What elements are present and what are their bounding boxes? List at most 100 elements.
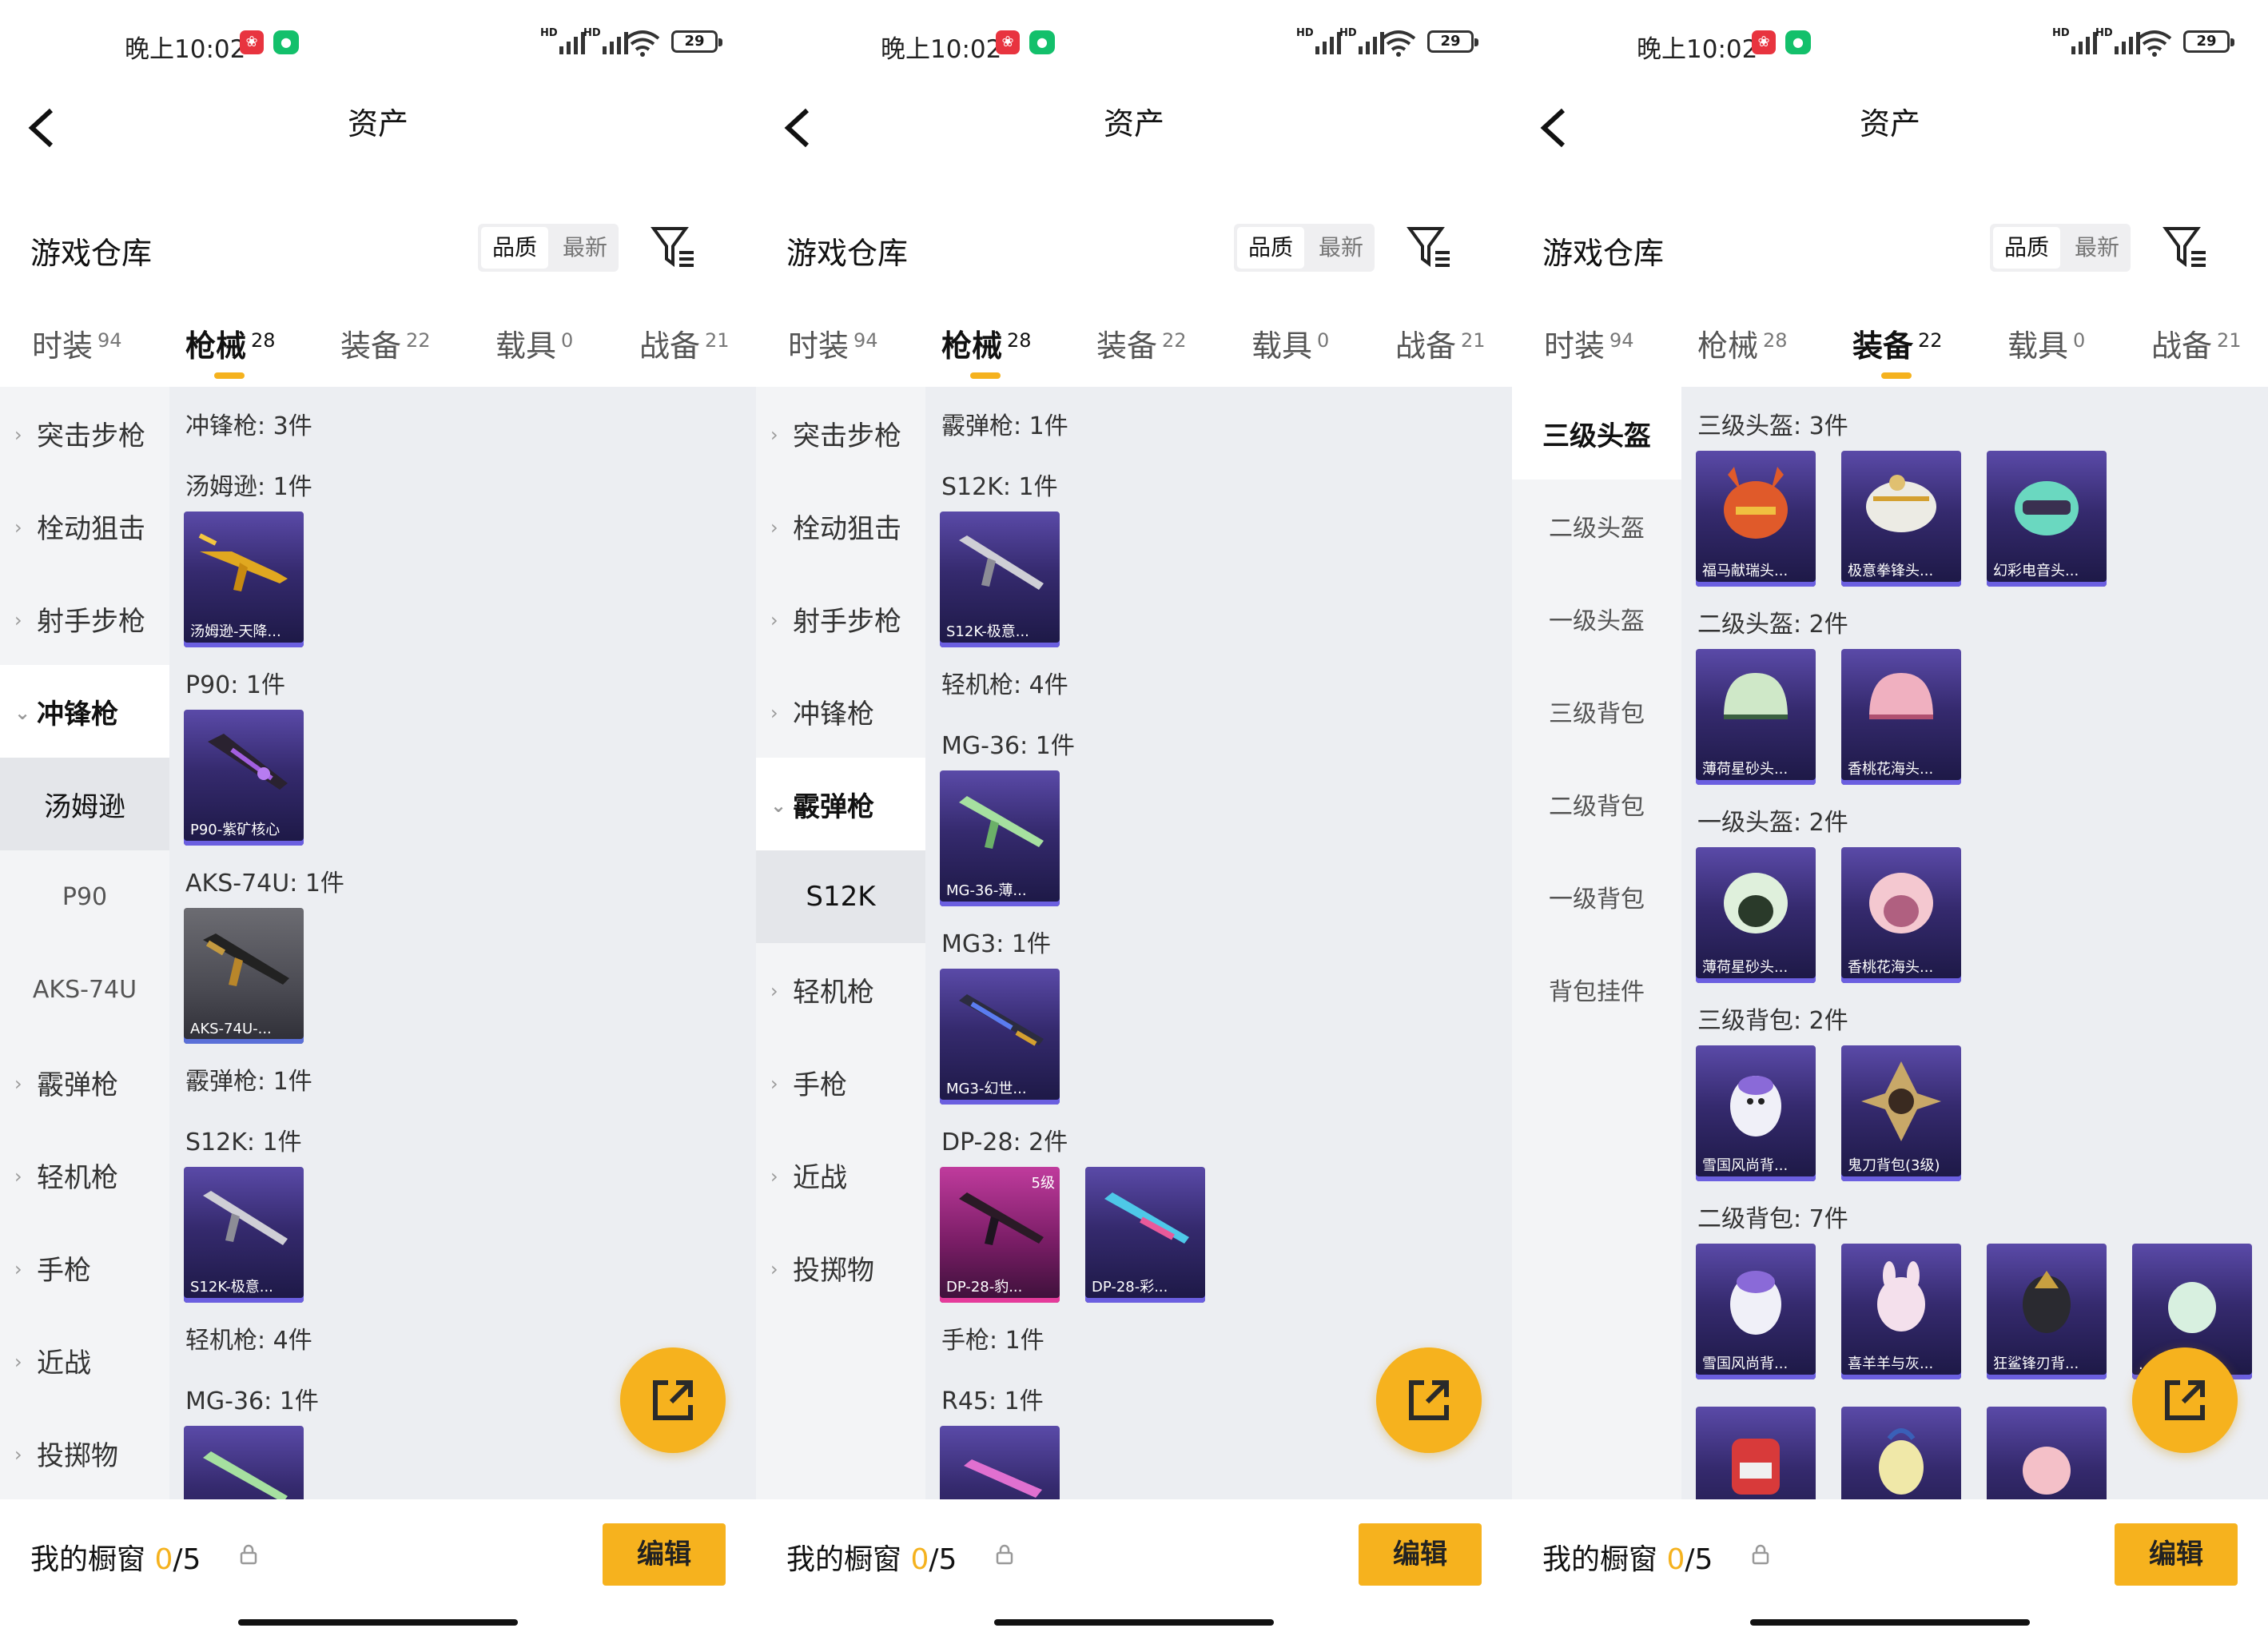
hd-label: HD bbox=[2052, 27, 2070, 39]
sidebar-item-active[interactable]: ⌄ 冲锋枪 bbox=[0, 665, 169, 758]
item-card[interactable]: AKS-74U-... bbox=[184, 908, 304, 1044]
item-card[interactable] bbox=[1696, 1407, 1816, 1499]
sidebar-subitem-active[interactable]: S12K bbox=[756, 850, 925, 943]
item-card[interactable]: MG-36-薄... bbox=[940, 770, 1060, 906]
tab-supplies[interactable]: 战备 21 bbox=[2151, 321, 2242, 365]
item-card[interactable]: 香桃花海头... bbox=[1841, 847, 1961, 983]
filter-icon[interactable] bbox=[1405, 222, 1454, 272]
item-card[interactable]: 鬼刀背包(3级) bbox=[1841, 1045, 1961, 1181]
status-time: 晚上10:02 bbox=[1637, 35, 1758, 64]
tab-vehicle[interactable]: 载具 0 bbox=[1251, 321, 1329, 365]
item-card[interactable]: 雪国风尚背... bbox=[1696, 1045, 1816, 1181]
share-external-icon[interactable] bbox=[2132, 1347, 2238, 1453]
sort-quality-button[interactable]: 品质 bbox=[481, 227, 548, 269]
sort-latest-button[interactable]: 最新 bbox=[1307, 224, 1375, 272]
tab-guns[interactable]: 枪械 28 bbox=[941, 321, 1032, 379]
sidebar-item[interactable]: › 射手步枪 bbox=[756, 572, 925, 665]
item-card[interactable]: 雪国风尚背... bbox=[1696, 1244, 1816, 1379]
sidebar-subitem[interactable]: AKS-74U bbox=[0, 943, 169, 1036]
filter-icon[interactable] bbox=[649, 222, 698, 272]
item-card-label: S12K-极意... bbox=[946, 623, 1029, 640]
edit-button[interactable]: 编辑 bbox=[603, 1523, 726, 1586]
sidebar-item[interactable]: 一级背包 bbox=[1512, 850, 1681, 943]
sort-quality-button[interactable]: 品质 bbox=[1993, 227, 2060, 269]
item-card[interactable]: S12K-极意... bbox=[940, 512, 1060, 647]
tab-fashion[interactable]: 时装 94 bbox=[32, 321, 122, 365]
sidebar-item[interactable]: › 近战 bbox=[756, 1128, 925, 1221]
helmet-art-icon bbox=[1724, 873, 1788, 933]
lock-icon bbox=[1752, 1544, 1769, 1565]
signal-icon: HD bbox=[1296, 27, 1341, 54]
item-card[interactable]: 香桃花海头... bbox=[1841, 649, 1961, 785]
tab-guns[interactable]: 枪械 28 bbox=[185, 321, 276, 379]
sidebar-item[interactable]: › 突击步枪 bbox=[0, 387, 169, 480]
sidebar-item[interactable]: › 射手步枪 bbox=[0, 572, 169, 665]
sidebar-item[interactable]: › 冲锋枪 bbox=[756, 665, 925, 758]
sidebar-item[interactable]: 二级头盔 bbox=[1512, 480, 1681, 572]
sidebar-item[interactable]: › 手枪 bbox=[756, 1036, 925, 1128]
item-card[interactable]: 福马献瑞头... bbox=[1696, 451, 1816, 587]
item-card[interactable]: S12K-极意... bbox=[184, 1167, 304, 1303]
backpack-art-icon bbox=[1877, 1261, 1925, 1332]
item-card[interactable] bbox=[184, 1426, 304, 1499]
sort-latest-button[interactable]: 最新 bbox=[2063, 224, 2131, 272]
filter-icon[interactable] bbox=[2161, 222, 2210, 272]
share-external-icon[interactable] bbox=[1376, 1347, 1482, 1453]
sidebar-item[interactable]: › 轻机枪 bbox=[0, 1128, 169, 1221]
tab-gear[interactable]: 装备 22 bbox=[1852, 321, 1943, 379]
sidebar-item[interactable]: › 栓动狙击 bbox=[0, 480, 169, 572]
section-heading: MG3: 1件 bbox=[941, 930, 1051, 958]
sidebar-item-active[interactable]: 三级头盔 bbox=[1512, 387, 1681, 480]
notification-app-icon: ❀ bbox=[240, 30, 264, 54]
tab-supplies[interactable]: 战备 21 bbox=[639, 321, 730, 365]
lmg-art-icon bbox=[203, 1451, 288, 1499]
item-card[interactable] bbox=[1841, 1407, 1961, 1499]
item-card[interactable] bbox=[940, 1426, 1060, 1499]
sidebar-item[interactable]: 一级头盔 bbox=[1512, 572, 1681, 665]
sidebar-item[interactable]: › 突击步枪 bbox=[756, 387, 925, 480]
item-card[interactable]: P90-紫矿核心 bbox=[184, 710, 304, 846]
sidebar-item[interactable]: › 近战 bbox=[0, 1314, 169, 1407]
sidebar-subitem-active[interactable]: 汤姆逊 bbox=[0, 758, 169, 850]
sidebar-item[interactable]: 三级背包 bbox=[1512, 665, 1681, 758]
item-card[interactable]: 薄荷星砂头... bbox=[1696, 649, 1816, 785]
helmet-art-icon bbox=[1866, 475, 1936, 532]
tab-fashion[interactable]: 时装 94 bbox=[788, 321, 878, 365]
edit-button[interactable]: 编辑 bbox=[1359, 1523, 1482, 1586]
sidebar-item[interactable]: 二级背包 bbox=[1512, 758, 1681, 850]
sidebar-item[interactable]: › 霰弹枪 bbox=[0, 1036, 169, 1128]
edit-button[interactable]: 编辑 bbox=[2115, 1523, 2238, 1586]
tab-underline bbox=[970, 372, 1001, 379]
item-card[interactable]: 5级 DP-28-豹... bbox=[940, 1167, 1060, 1303]
tab-guns[interactable]: 枪械 28 bbox=[1697, 321, 1788, 365]
sidebar-item[interactable]: 背包挂件 bbox=[1512, 943, 1681, 1036]
sidebar-item[interactable]: › 轻机枪 bbox=[756, 943, 925, 1036]
sidebar-item-active[interactable]: ⌄ 霰弹枪 bbox=[756, 758, 925, 850]
share-external-icon[interactable] bbox=[620, 1347, 726, 1453]
tab-vehicle[interactable]: 载具 0 bbox=[2007, 321, 2085, 365]
sidebar-item[interactable]: › 手枪 bbox=[0, 1221, 169, 1314]
tab-supplies[interactable]: 战备 21 bbox=[1395, 321, 1486, 365]
sidebar-item[interactable]: › 投掷物 bbox=[756, 1221, 925, 1314]
panel-gear: 晚上10:02 ❀ ● HD HD 29 资产 游戏仓库 品质 最新 时装 94 … bbox=[1512, 0, 2268, 1640]
item-card[interactable]: 幻彩电音头... bbox=[1987, 451, 2107, 587]
hd-label: HD bbox=[1296, 27, 1314, 39]
sidebar-item[interactable]: › 栓动狙击 bbox=[756, 480, 925, 572]
item-card[interactable]: 汤姆逊-天降... bbox=[184, 512, 304, 647]
item-card[interactable]: 喜羊羊与灰... bbox=[1841, 1244, 1961, 1379]
tab-fashion[interactable]: 时装 94 bbox=[1544, 321, 1634, 365]
tab-gear[interactable]: 装备 22 bbox=[1096, 321, 1187, 365]
sidebar-subitem[interactable]: P90 bbox=[0, 850, 169, 943]
item-card[interactable]: 狂鲨锋刃背... bbox=[1987, 1244, 2107, 1379]
item-card[interactable]: 薄荷星砂头... bbox=[1696, 847, 1816, 983]
sort-latest-button[interactable]: 最新 bbox=[551, 224, 619, 272]
section-heading: 汤姆逊: 1件 bbox=[185, 473, 312, 501]
item-card[interactable]: 极意拳锋头... bbox=[1841, 451, 1961, 587]
sort-quality-button[interactable]: 品质 bbox=[1237, 227, 1304, 269]
item-card[interactable]: MG3-幻世... bbox=[940, 969, 1060, 1105]
item-card[interactable]: DP-28-彩... bbox=[1085, 1167, 1205, 1303]
item-card[interactable] bbox=[1987, 1407, 2107, 1499]
tab-vehicle[interactable]: 载具 0 bbox=[495, 321, 573, 365]
tab-gear[interactable]: 装备 22 bbox=[340, 321, 431, 365]
sidebar-item[interactable]: › 投掷物 bbox=[0, 1407, 169, 1499]
